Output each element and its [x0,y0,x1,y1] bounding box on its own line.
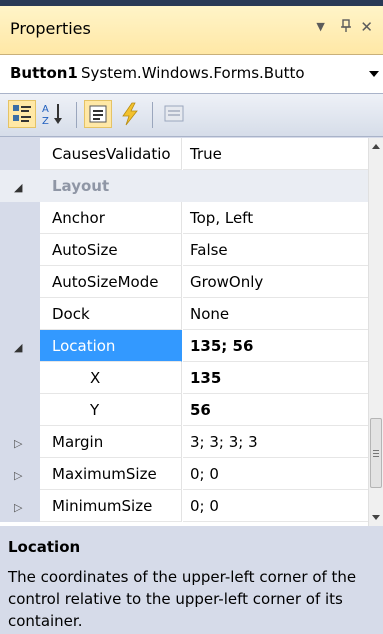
svg-text:A: A [42,104,49,115]
property-value[interactable]: Top, Left [183,202,368,234]
property-row[interactable]: CausesValidatio True [0,138,368,170]
property-value[interactable]: None [183,298,368,330]
property-row[interactable]: Dock None [0,298,368,330]
description-splitter[interactable] [0,526,383,534]
toolbar: A Z [0,94,383,137]
svg-text:Z: Z [42,116,49,127]
object-selector[interactable]: Button1 System.Windows.Forms.Butto [0,55,383,94]
property-row[interactable]: Anchor Top, Left [0,202,368,234]
property-row[interactable]: ▷ MinimumSize 0; 0 [0,490,368,522]
property-row[interactable]: AutoSize False [0,234,368,266]
alphabetical-icon: A Z [42,104,62,127]
collapse-icon[interactable]: ◢ [14,181,22,194]
row-gutter [0,394,40,426]
scroll-up-icon[interactable] [372,144,380,149]
scroll-down-icon[interactable] [372,515,380,520]
property-row-selected[interactable]: ◢ Location 135; 56 [0,330,368,362]
property-value[interactable]: 0; 0 [183,490,368,522]
row-gutter [0,234,40,266]
row-gutter [0,266,40,298]
categorized-button[interactable] [8,100,36,128]
property-name: AutoSize [40,234,182,266]
row-gutter: ▷ [0,426,40,458]
property-name: AutoSizeMode [40,266,182,298]
row-gutter: ▷ [0,458,40,490]
property-value[interactable]: 3; 3; 3; 3 [183,426,368,458]
property-value[interactable]: 135 [183,362,368,394]
category-label: Layout [40,170,368,202]
property-value[interactable]: 0; 0 [183,458,368,490]
chevron-down-icon[interactable] [369,71,379,77]
properties-window: Properties ▼ ✕ Button1 System.Windows.Fo… [0,6,383,634]
vertical-scrollbar[interactable] [368,138,383,526]
properties-button[interactable] [84,100,112,128]
expand-icon[interactable]: ▷ [14,437,22,450]
property-value[interactable]: 56 [183,394,368,426]
pin-icon[interactable] [340,19,352,33]
events-button[interactable] [116,100,144,128]
object-type: System.Windows.Forms.Butto [81,64,305,82]
row-gutter [0,362,40,394]
property-name: Dock [40,298,182,330]
property-value[interactable]: 135; 56 [183,330,368,362]
title-bar: Properties ▼ ✕ [0,6,383,55]
close-icon[interactable]: ✕ [360,18,377,36]
properties-icon [89,105,107,123]
expand-icon[interactable]: ▷ [14,469,22,482]
row-gutter: ◢ [0,170,40,202]
property-name: MinimumSize [40,490,182,522]
toolbar-separator [152,102,153,128]
toolbar-separator [76,102,77,128]
object-name: Button1 [10,64,78,82]
row-gutter [0,138,40,170]
description-panel: Location The coordinates of the upper-le… [0,534,383,634]
alphabetical-button[interactable]: A Z [40,100,68,128]
grip-icon [373,450,379,451]
scroll-thumb[interactable] [370,418,382,488]
events-icon [122,102,138,126]
expand-icon[interactable]: ▷ [14,501,22,514]
property-row[interactable]: ▷ Margin 3; 3; 3; 3 [0,426,368,458]
property-pages-button[interactable] [160,100,188,128]
row-gutter [0,202,40,234]
window-buttons[interactable]: ▼ ✕ [316,18,377,36]
property-row[interactable]: AutoSizeMode GrowOnly [0,266,368,298]
property-name: CausesValidatio [40,138,182,170]
dropdown-icon[interactable]: ▼ [316,20,328,33]
sub-property-row[interactable]: X 135 [0,362,368,394]
row-gutter [0,298,40,330]
panel-title: Properties [10,19,91,38]
row-gutter: ◢ [0,330,40,362]
property-name: Location [40,330,182,362]
property-name: Anchor [40,202,182,234]
categorized-icon [13,105,31,122]
property-name: Margin [40,426,182,458]
property-value[interactable]: True [183,138,368,170]
property-grid: CausesValidatio True ◢ Layout Anchor Top… [0,138,368,526]
property-name: Y [40,394,182,426]
category-row[interactable]: ◢ Layout [0,170,368,202]
property-name: X [40,362,182,394]
property-name: MaximumSize [40,458,182,490]
property-value[interactable]: False [183,234,368,266]
description-title: Location [8,538,81,556]
property-pages-icon [164,105,184,122]
property-row[interactable]: ▷ MaximumSize 0; 0 [0,458,368,490]
row-gutter: ▷ [0,490,40,522]
description-text: The coordinates of the upper-left corner… [8,568,357,630]
sub-property-row[interactable]: Y 56 [0,394,368,426]
property-value[interactable]: GrowOnly [183,266,368,298]
collapse-icon[interactable]: ◢ [14,341,22,354]
